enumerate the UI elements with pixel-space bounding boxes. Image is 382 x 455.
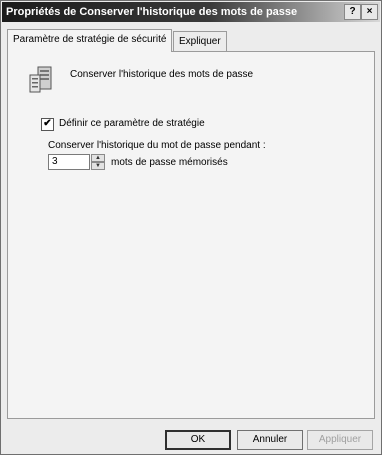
history-count-stepper: ▲ ▼ [91, 154, 105, 170]
policy-name: Conserver l'historique des mots de passe [70, 69, 254, 80]
tab-security-policy-setting[interactable]: Paramètre de stratégie de sécurité [7, 29, 173, 52]
history-unit-label: mots de passe mémorisés [111, 157, 228, 168]
title-bar[interactable]: Propriétés de Conserver l'historique des… [2, 2, 380, 22]
close-button[interactable]: × [361, 4, 378, 20]
server-policy-icon [29, 66, 52, 93]
history-field-label: Conserver l'historique du mot de passe p… [48, 140, 266, 151]
ok-button[interactable]: OK [165, 430, 231, 450]
stepper-up-button[interactable]: ▲ [91, 154, 105, 162]
cancel-button[interactable]: Annuler [237, 430, 303, 450]
tab-explain[interactable]: Expliquer [173, 31, 227, 51]
properties-dialog: Propriétés de Conserver l'historique des… [0, 0, 382, 455]
define-setting-checkbox[interactable]: ✔ [41, 118, 54, 131]
apply-button[interactable]: Appliquer [307, 430, 373, 450]
window-title: Propriétés de Conserver l'historique des… [6, 6, 298, 18]
tab-panel: Conserver l'historique des mots de passe… [7, 51, 375, 419]
define-setting-label[interactable]: Définir ce paramètre de stratégie [59, 118, 205, 129]
stepper-down-button[interactable]: ▼ [91, 162, 105, 170]
history-count-input[interactable]: 3 [48, 154, 90, 170]
help-button[interactable]: ? [344, 4, 361, 20]
